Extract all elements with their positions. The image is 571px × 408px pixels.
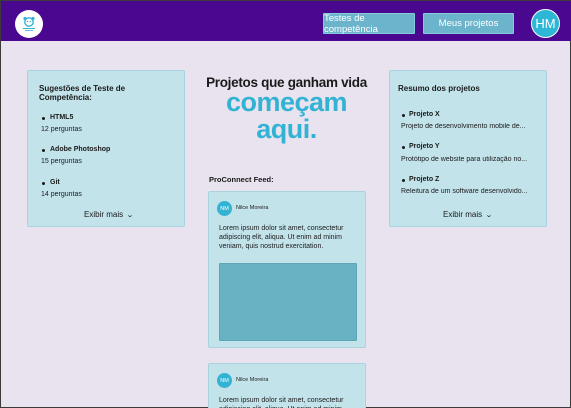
projects-summary-card: Resumo dos projetos Projeto X Projeto de…: [389, 70, 547, 227]
test-suggestions-title: Sugestões de Teste de Competência:: [39, 84, 126, 102]
project-item-description: Releitura de um software desenvolvido...: [401, 188, 528, 195]
post-author-name[interactable]: Nilce Moreira: [236, 205, 268, 211]
show-more-label: Exibir mais: [84, 210, 124, 219]
post-author-avatar[interactable]: NM: [217, 373, 232, 388]
hero-highlight-line1: começam: [225, 87, 348, 117]
test-item-name[interactable]: Adobe Photoshop: [41, 146, 110, 153]
project-item-name[interactable]: Projeto Y: [402, 143, 440, 150]
hero-highlight: começam aqui.: [194, 89, 379, 143]
test-item-count: 15 perguntas: [41, 158, 82, 165]
project-item-name[interactable]: Projeto Z: [401, 176, 439, 183]
test-item-count: 14 perguntas: [41, 191, 82, 198]
post-image-placeholder[interactable]: [219, 263, 357, 341]
test-item-name[interactable]: Git: [42, 179, 60, 186]
chevron-down-icon: ⌄: [126, 211, 134, 219]
feed-post[interactable]: NM Nilce Moreira Lorem ipsum dolor sit a…: [208, 191, 366, 348]
feed-heading: ProConnect Feed:: [209, 175, 274, 184]
post-body-text: Lorem ipsum dolor sit amet, consectetur …: [219, 225, 344, 250]
hero-highlight-line2: aqui.: [256, 114, 317, 144]
chevron-down-icon: ⌄: [485, 211, 493, 219]
test-item-name[interactable]: HTML5: [41, 114, 73, 121]
test-item-count: 12 perguntas: [41, 126, 82, 133]
tests-nav-button[interactable]: Testes de competência: [323, 13, 415, 35]
user-avatar[interactable]: HM: [531, 9, 560, 38]
show-more-tests-button[interactable]: Exibir mais ⌄: [84, 210, 134, 219]
project-item-description: Projeto de desenvolvimento mobile de...: [401, 123, 526, 130]
show-more-label: Exibir mais: [443, 210, 483, 219]
show-more-projects-button[interactable]: Exibir mais ⌄: [443, 210, 493, 219]
test-suggestions-card: Sugestões de Teste de Competência: HTML5…: [27, 70, 185, 227]
app-logo-icon[interactable]: [15, 10, 43, 38]
projects-nav-button[interactable]: Meus projetos: [423, 13, 514, 34]
post-author-name[interactable]: Nilce Moreira: [236, 377, 268, 383]
project-item-name[interactable]: Projeto X: [402, 111, 440, 118]
top-navigation-bar: Testes de competência Meus projetos HM: [1, 1, 571, 41]
projects-summary-title: Resumo dos projetos: [398, 84, 480, 93]
post-author-avatar[interactable]: NM: [217, 201, 232, 216]
project-item-description: Protótipo de website para utilização no.…: [401, 156, 528, 163]
post-body-text: Lorem ipsum dolor sit amet, consectetur …: [219, 397, 344, 408]
feed-post[interactable]: NM Nilce Moreira Lorem ipsum dolor sit a…: [208, 363, 366, 408]
